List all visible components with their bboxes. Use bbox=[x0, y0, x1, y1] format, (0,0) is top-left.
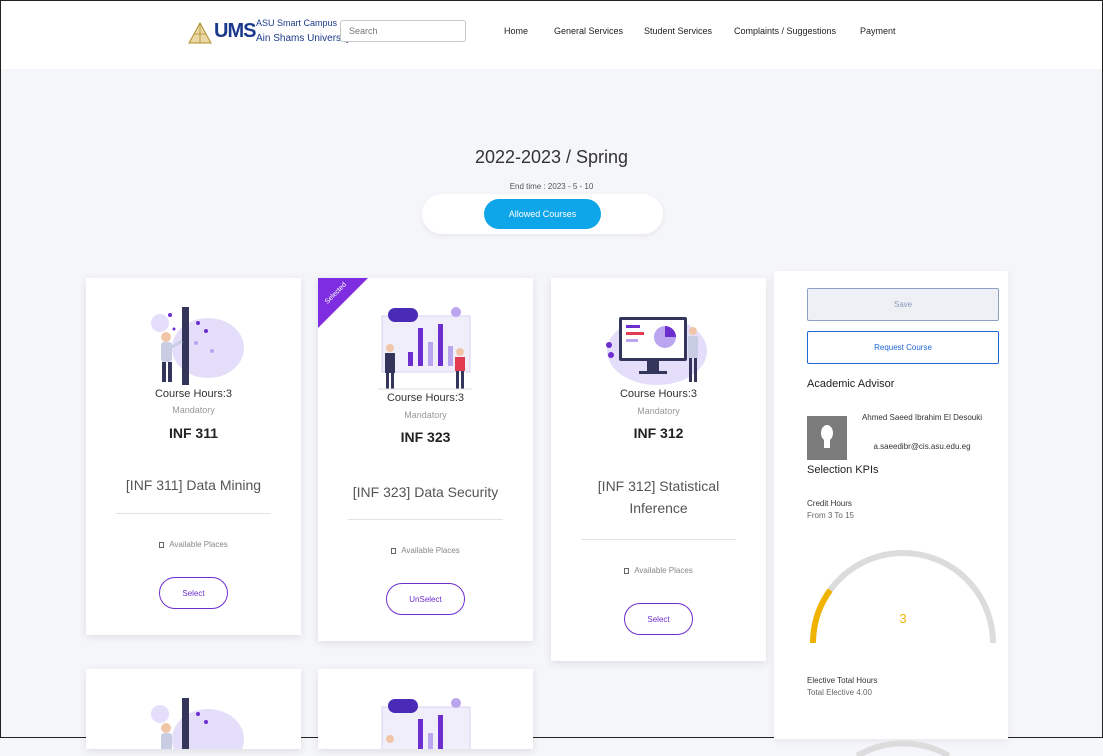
elective-total: Total Elective 4.00 bbox=[807, 688, 872, 697]
top-header: UMS ASU Smart Campus Ain Shams Universit… bbox=[1, 1, 1102, 69]
course-card-partial bbox=[318, 669, 533, 749]
selection-kpis-heading: Selection KPIs bbox=[807, 464, 879, 476]
course-hours: Course Hours:3 bbox=[386, 392, 465, 404]
elective-hours-gauge bbox=[855, 740, 951, 756]
course-code: INF 312 bbox=[633, 425, 684, 441]
people-chart-illustration bbox=[378, 307, 472, 390]
credit-hours-gauge bbox=[810, 550, 996, 644]
available-places: Available Places bbox=[318, 546, 533, 555]
places-checkbox-icon bbox=[391, 547, 397, 554]
logo-ums-text: UMS bbox=[214, 20, 256, 42]
available-places: Available Places bbox=[86, 540, 301, 549]
course-code: INF 311 bbox=[168, 425, 219, 441]
course-tabs: Allowed Courses bbox=[422, 194, 663, 234]
term-end-time: End time : 2023 - 5 - 10 bbox=[509, 182, 594, 191]
advisor-avatar bbox=[807, 416, 847, 460]
places-checkbox-icon bbox=[624, 567, 630, 574]
credit-hours-value: 3 bbox=[899, 611, 907, 626]
available-places-label: Available Places bbox=[634, 566, 693, 575]
course-type: Mandatory bbox=[172, 405, 215, 415]
logo-university-line: Ain Shams University. bbox=[256, 33, 354, 44]
nav-complaints-suggestions[interactable]: Complaints / Suggestions bbox=[734, 26, 836, 36]
course-card-partial bbox=[86, 669, 301, 749]
course-card-inf312: Course Hours:3 Mandatory INF 312 [INF 31… bbox=[551, 278, 766, 661]
tab-allowed-courses[interactable]: Allowed Courses bbox=[484, 199, 601, 229]
person-tree-illustration bbox=[151, 307, 244, 385]
advisor-name: Ahmed Saeed Ibrahim El Desouki bbox=[861, 413, 983, 422]
credit-hours-range: From 3 To 15 bbox=[807, 511, 854, 520]
available-places-label: Available Places bbox=[401, 546, 460, 555]
course-hours: Course Hours:3 bbox=[154, 388, 233, 400]
user-silhouette-icon bbox=[821, 425, 833, 448]
request-course-button[interactable]: Request Course bbox=[807, 331, 999, 364]
elective-hours-label: Elective Total Hours bbox=[807, 676, 878, 685]
nav-student-services[interactable]: Student Services bbox=[644, 26, 712, 36]
course-type: Mandatory bbox=[637, 406, 680, 416]
card-divider bbox=[581, 539, 736, 540]
term-title: 2022-2023 / Spring bbox=[474, 147, 629, 167]
course-hours: Course Hours:3 bbox=[619, 388, 698, 400]
credit-hours-label: Credit Hours bbox=[807, 499, 852, 508]
unselect-course-button[interactable]: UnSelect bbox=[386, 583, 465, 615]
available-places-label: Available Places bbox=[169, 540, 228, 549]
course-card-inf323: Selected Course Hours:3 Mandatory INF 32… bbox=[318, 278, 533, 641]
academic-advisor-heading: Academic Advisor bbox=[807, 378, 895, 390]
people-chart-illustration bbox=[381, 698, 471, 749]
course-type: Mandatory bbox=[404, 410, 447, 420]
nav-general-services[interactable]: General Services bbox=[554, 26, 623, 36]
nav-home[interactable]: Home bbox=[504, 26, 528, 36]
course-name: [INF 323] Data Security bbox=[352, 484, 499, 500]
monitor-chart-illustration bbox=[606, 317, 707, 385]
logo-title-line: ASU Smart Campus bbox=[256, 18, 338, 28]
card-divider bbox=[116, 513, 271, 514]
nav-payment[interactable]: Payment bbox=[860, 26, 896, 36]
person-tree-illustration bbox=[151, 698, 244, 749]
gauge-track bbox=[855, 740, 951, 756]
gauge-track bbox=[810, 550, 996, 644]
advisor-email[interactable]: a.saeedibr@cis.asu.edu.eg bbox=[857, 442, 987, 451]
university-logo[interactable]: UMS ASU Smart Campus Ain Shams Universit… bbox=[188, 18, 353, 48]
course-card-inf311: Course Hours:3 Mandatory INF 311 [INF 31… bbox=[86, 278, 301, 635]
search-input[interactable] bbox=[340, 20, 466, 42]
select-course-button[interactable]: Select bbox=[159, 577, 228, 609]
course-code: INF 323 bbox=[400, 429, 451, 445]
select-course-button[interactable]: Select bbox=[624, 603, 693, 635]
places-checkbox-icon bbox=[159, 541, 165, 548]
pyramid-logo-icon bbox=[188, 22, 212, 44]
selection-panel: Save Request Course Academic Advisor Ahm… bbox=[774, 271, 1008, 756]
card-divider bbox=[348, 519, 503, 520]
available-places: Available Places bbox=[551, 566, 766, 575]
course-name: [INF 311] Data Mining bbox=[125, 477, 262, 493]
course-name: [INF 312] Statistical Inference bbox=[597, 478, 720, 516]
save-button[interactable]: Save bbox=[807, 288, 999, 321]
